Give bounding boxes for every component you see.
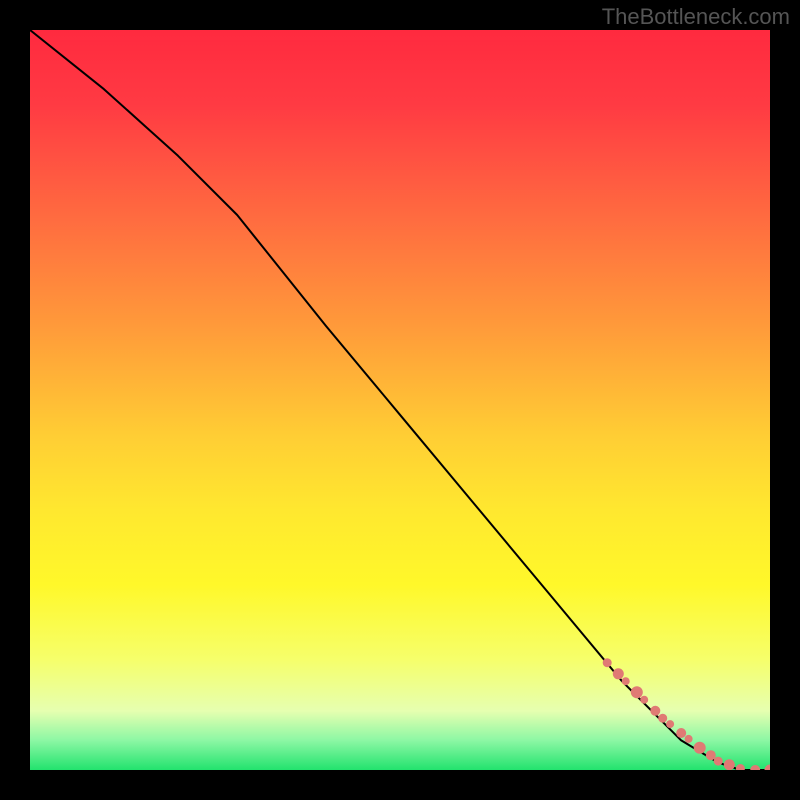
chart-marker [750,765,760,770]
chart-marker [640,696,648,704]
chart-overlay-svg [30,30,770,770]
watermark-text: TheBottleneck.com [602,4,790,30]
chart-marker [736,764,745,770]
chart-marker [631,686,643,698]
chart-stage: TheBottleneck.com [0,0,800,800]
chart-marker [694,742,706,754]
chart-marker [724,759,735,770]
chart-marker [765,765,771,771]
chart-marker [658,714,667,723]
chart-marker [650,706,660,716]
chart-marker [603,658,612,667]
chart-marker [714,757,723,766]
chart-marker [685,735,693,743]
chart-marker [613,668,624,679]
chart-curve [30,30,770,770]
chart-marker [622,677,630,685]
chart-marker [676,728,686,738]
chart-marker [666,720,674,728]
chart-markers [603,658,770,770]
plot-area [30,30,770,770]
chart-marker [706,750,716,760]
